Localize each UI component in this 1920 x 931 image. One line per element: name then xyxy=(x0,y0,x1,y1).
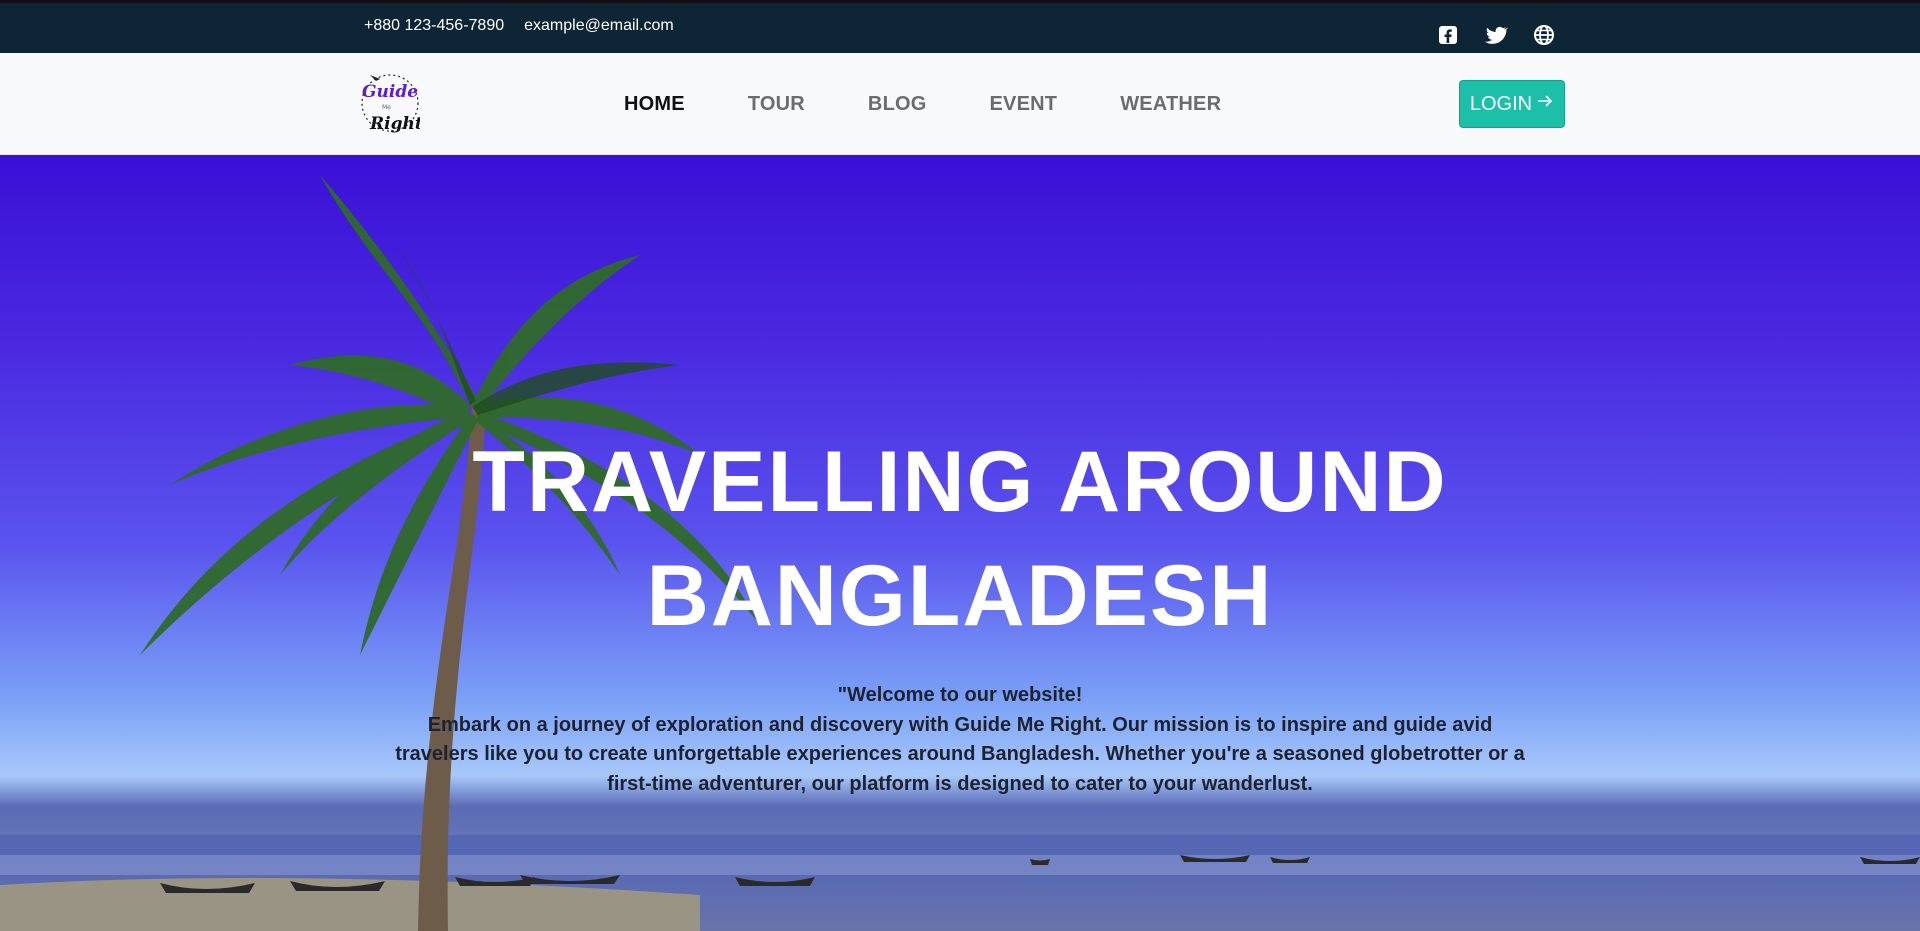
airplane-icon xyxy=(370,75,380,81)
globe-icon[interactable] xyxy=(1532,23,1556,47)
arrow-right-icon xyxy=(1536,92,1554,116)
welcome-text: "Welcome to our website! xyxy=(837,684,1083,706)
hero-description: "Welcome to our website! Embark on a jou… xyxy=(385,681,1535,799)
main-navbar: Guide Me Right HOME TOUR BLOG EVENT WEAT… xyxy=(0,53,1920,155)
nav-event[interactable]: EVENT xyxy=(990,93,1058,116)
site-logo[interactable]: Guide Me Right xyxy=(356,67,420,141)
twitter-icon[interactable] xyxy=(1484,23,1508,47)
login-label: LOGIN xyxy=(1469,92,1533,115)
svg-text:Me: Me xyxy=(382,104,391,111)
facebook-square-icon[interactable] xyxy=(1436,23,1460,47)
nav-weather[interactable]: WEATHER xyxy=(1120,93,1221,116)
login-button[interactable]: LOGIN xyxy=(1459,80,1565,128)
hero-title-line-1: TRAVELLING AROUND xyxy=(472,434,1448,530)
svg-text:Guide: Guide xyxy=(362,82,418,102)
nav-home[interactable]: HOME xyxy=(624,93,685,116)
hero-section: TRAVELLING AROUND BANGLADESH "Welcome to… xyxy=(0,155,1920,931)
email-address[interactable]: example@email.com xyxy=(524,17,674,35)
nav-tour[interactable]: TOUR xyxy=(748,93,805,116)
top-contact-bar: +880 123-456-7890 example@email.com xyxy=(0,0,1920,53)
hero-title: TRAVELLING AROUND BANGLADESH xyxy=(360,425,1560,653)
contact-info: +880 123-456-7890 example@email.com xyxy=(364,17,674,35)
svg-text:Right: Right xyxy=(369,114,420,134)
social-links xyxy=(1436,23,1556,47)
mission-text: Embark on a journey of exploration and d… xyxy=(395,713,1525,795)
hero-title-line-2: BANGLADESH xyxy=(646,548,1274,644)
phone-number[interactable]: +880 123-456-7890 xyxy=(364,17,504,35)
primary-nav: HOME TOUR BLOG EVENT WEATHER xyxy=(624,93,1284,116)
nav-blog[interactable]: BLOG xyxy=(868,93,927,116)
